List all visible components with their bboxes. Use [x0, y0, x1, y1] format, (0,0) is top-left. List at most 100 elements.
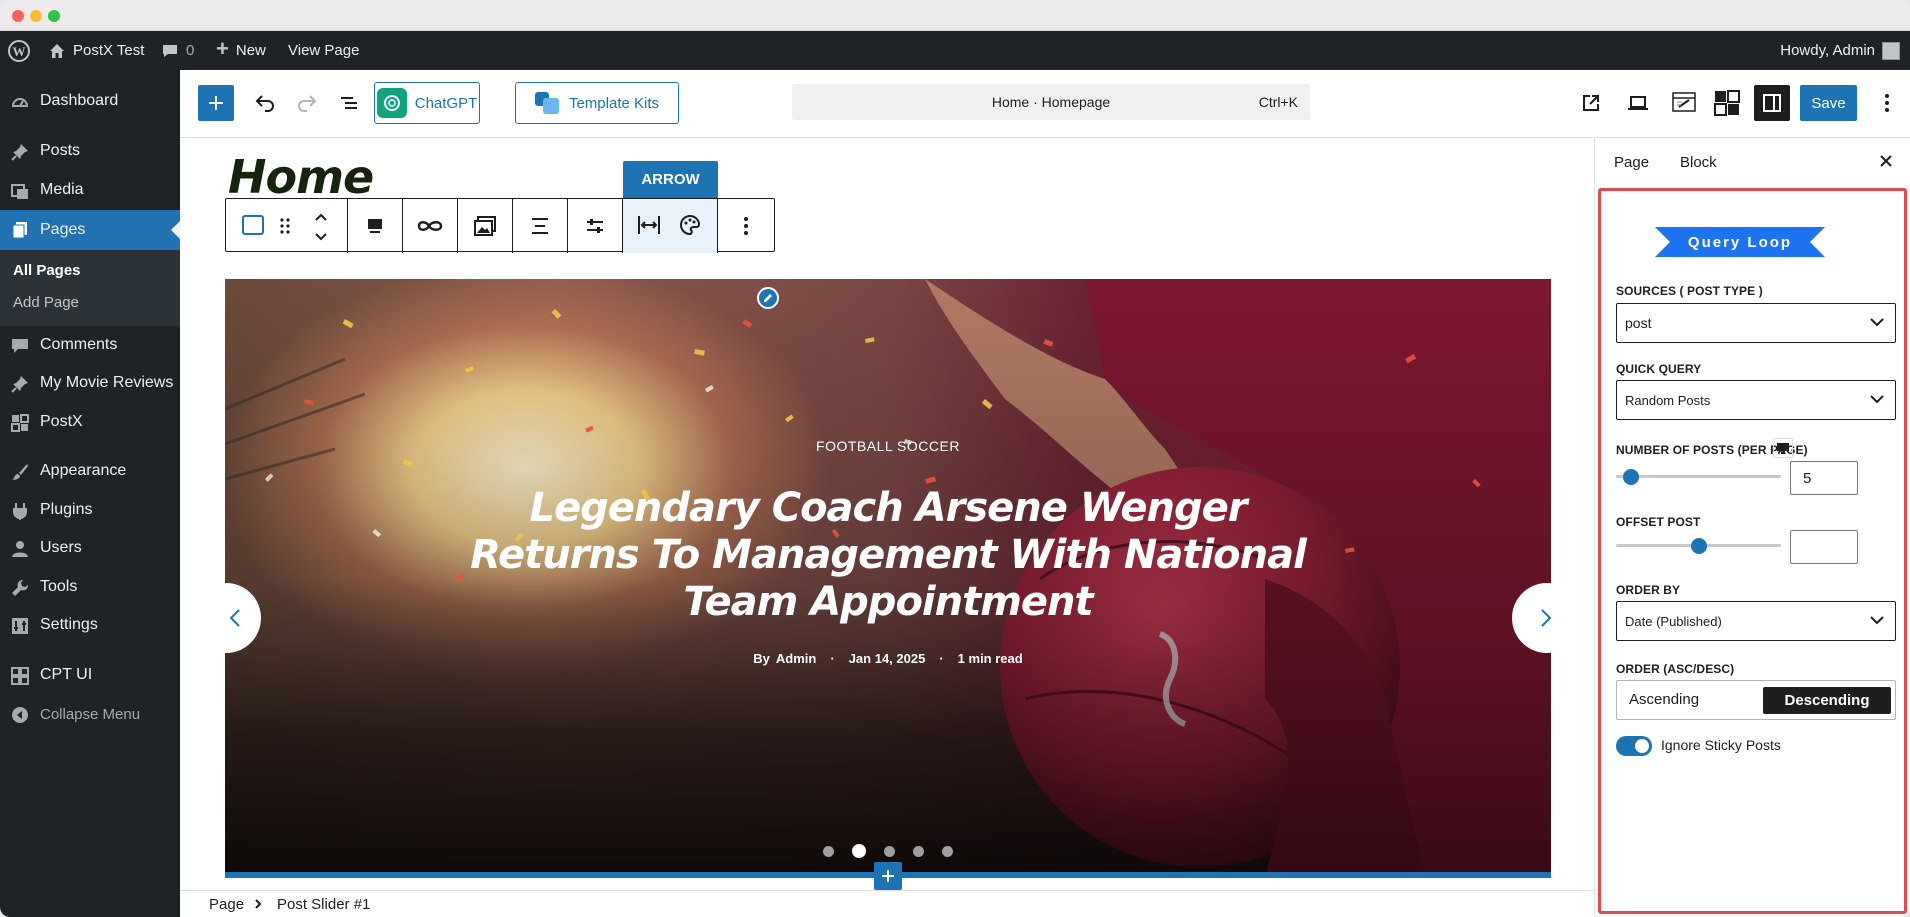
undo-button[interactable]	[250, 88, 280, 118]
slide-category[interactable]: FOOTBALL SOCCER	[225, 438, 1551, 454]
settings-sidebar-toggle[interactable]	[1754, 85, 1790, 121]
tab-page[interactable]: Page	[1614, 154, 1649, 171]
my-account-link[interactable]: Howdy, Admin	[1780, 31, 1900, 70]
close-window-button[interactable]	[12, 10, 24, 22]
add-block-button[interactable]	[198, 85, 234, 121]
num-posts-slider-thumb[interactable]	[1622, 469, 1639, 485]
sidebar-item-pages[interactable]: Pages	[0, 210, 180, 250]
responsive-device-button[interactable]	[1773, 438, 1793, 458]
external-link-icon	[1583, 95, 1599, 111]
chatgpt-button[interactable]: ChatGPT	[374, 82, 480, 124]
move-up-icon[interactable]	[314, 209, 328, 227]
postx-library-button[interactable]	[1710, 86, 1744, 120]
image-button[interactable]	[458, 199, 513, 253]
close-panel-button[interactable]	[1878, 153, 1898, 173]
order-descending-button[interactable]: Descending	[1763, 687, 1891, 714]
new-content-link[interactable]: + New	[216, 31, 266, 70]
command-palette-button[interactable]: Home · Homepage Ctrl+K	[792, 84, 1310, 120]
view-page-button[interactable]	[1576, 88, 1606, 118]
slider-dot[interactable]	[884, 845, 895, 857]
submenu-all-pages[interactable]: All Pages	[13, 262, 81, 279]
slide-meta: By Admin · Jan 14, 2025 · 1 min read	[225, 651, 1551, 666]
settings-button[interactable]	[568, 199, 623, 253]
sidebar-item-settings[interactable]: Settings	[0, 606, 180, 644]
postx-builder-button[interactable]	[1668, 86, 1700, 118]
slide-title[interactable]: Legendary Coach Arsene Wenger Returns To…	[425, 485, 1351, 626]
comments-link[interactable]: 0	[161, 31, 194, 70]
submenu-add-page[interactable]: Add Page	[13, 294, 79, 311]
slider-dot[interactable]	[942, 845, 953, 857]
order-ascending-button[interactable]: Ascending	[1629, 691, 1699, 708]
sidebar-item-dashboard[interactable]: Dashboard	[0, 82, 180, 120]
sidebar-item-users[interactable]: Users	[0, 529, 180, 567]
pages-submenu: All Pages Add Page	[0, 250, 180, 326]
edit-layout-icon	[1672, 92, 1696, 112]
num-posts-input[interactable]: 5	[1790, 461, 1858, 495]
ignore-sticky-toggle[interactable]	[1616, 736, 1652, 756]
sidebar-item-tools[interactable]: Tools	[0, 568, 180, 606]
slider-dot[interactable]	[913, 845, 924, 857]
palette-icon[interactable]	[679, 214, 701, 241]
quick-query-value: Random Posts	[1625, 392, 1711, 408]
author-name[interactable]: Admin	[776, 651, 816, 666]
avatar	[1882, 41, 1900, 60]
list-view-icon	[341, 97, 357, 109]
tab-block[interactable]: Block	[1680, 154, 1717, 171]
edit-link-icon[interactable]	[757, 287, 779, 309]
sidebar-item-label: Settings	[40, 616, 98, 633]
sidebar-item-comments[interactable]: Comments	[0, 326, 180, 364]
options-menu-button[interactable]	[1875, 88, 1899, 118]
move-down-icon[interactable]	[314, 229, 328, 247]
document-title: Home · Homepage	[991, 94, 1111, 110]
sidebar-item-postx[interactable]: PostX	[0, 403, 180, 441]
num-posts-value: 5	[1803, 469, 1812, 487]
sidebar-item-media[interactable]: Media	[0, 171, 180, 209]
link-button[interactable]	[403, 199, 458, 253]
sources-select[interactable]: post	[1616, 303, 1896, 343]
num-posts-slider-track[interactable]	[1616, 475, 1781, 478]
drag-handle-icon[interactable]	[280, 216, 290, 236]
view-page-link[interactable]: View Page	[288, 31, 359, 70]
template-kits-button[interactable]: Template Kits	[515, 82, 679, 124]
sidebar-item-appearance[interactable]: Appearance	[0, 452, 180, 490]
collapse-menu-button[interactable]: Collapse Menu	[0, 695, 180, 733]
wp-logo-button[interactable]: W	[8, 31, 30, 70]
laptop-icon	[1628, 96, 1648, 110]
offset-slider-thumb[interactable]	[1690, 538, 1707, 554]
plus-icon	[209, 96, 223, 110]
order-by-select[interactable]: Date (Published)	[1616, 601, 1896, 641]
sidebar-item-plugins[interactable]: Plugins	[0, 491, 180, 529]
sidebar-item-movie-reviews[interactable]: My Movie Reviews	[0, 364, 180, 402]
offset-input[interactable]	[1790, 530, 1858, 564]
sidebar-item-cpt-ui[interactable]: CPT UI	[0, 656, 180, 694]
save-button[interactable]: Save	[1800, 85, 1857, 121]
layout-button[interactable]	[348, 199, 403, 253]
preview-device-button[interactable]	[1623, 88, 1653, 118]
sidebar-item-label: Posts	[40, 142, 81, 159]
document-overview-button[interactable]	[334, 88, 364, 118]
align-button[interactable]	[513, 199, 568, 253]
breadcrumb-current[interactable]: Post Slider #1	[277, 896, 370, 913]
zoom-window-button[interactable]	[48, 10, 60, 22]
pin-icon	[10, 142, 30, 162]
minimize-window-button[interactable]	[30, 10, 42, 22]
desktop-icon	[1777, 443, 1789, 454]
brush-icon	[10, 462, 30, 482]
insert-block-button[interactable]	[874, 862, 902, 890]
page-title[interactable]: Home	[228, 148, 373, 198]
redo-button[interactable]	[292, 88, 322, 118]
quick-query-select[interactable]: Random Posts	[1616, 380, 1896, 420]
arrow-width-icon[interactable]	[637, 214, 661, 241]
order-toggle-group: Ascending Descending	[1616, 680, 1896, 720]
wrench-icon	[10, 578, 30, 598]
breadcrumb-root[interactable]: Page	[209, 896, 244, 913]
site-name-link[interactable]: PostX Test	[48, 31, 144, 70]
post-slider[interactable]: FOOTBALL SOCCER Legendary Coach Arsene W…	[225, 279, 1551, 878]
post-slider-icon[interactable]	[242, 215, 264, 235]
slider-dot-active[interactable]	[852, 844, 866, 858]
block-options-button[interactable]	[718, 199, 774, 253]
sidebar-item-label: PostX	[40, 413, 83, 430]
plus-icon: +	[216, 36, 229, 61]
sidebar-item-posts[interactable]: Posts	[0, 132, 180, 170]
slider-dot[interactable]	[823, 845, 834, 857]
